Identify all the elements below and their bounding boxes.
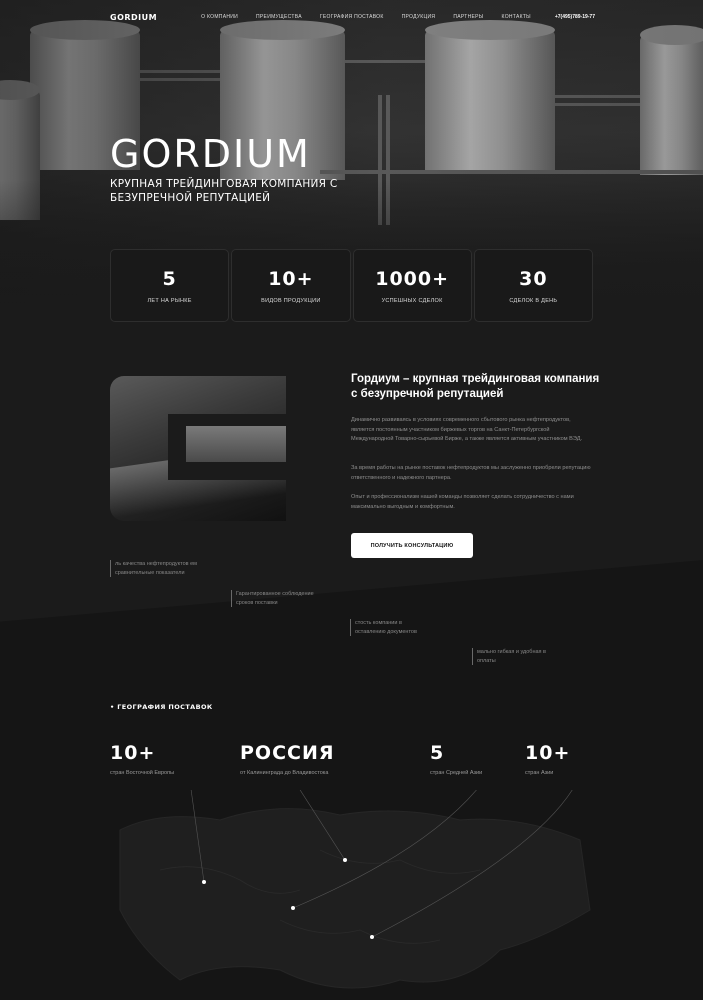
nav-link-geography[interactable]: География поставок <box>320 14 384 20</box>
geo-label: от Калининграда до Владивостока <box>240 770 329 776</box>
stat-value: 1000+ <box>375 268 450 290</box>
about-image-tanker <box>110 376 286 521</box>
nav-links: О компании Преимущества География постав… <box>201 14 531 20</box>
feature-item: мально гибкая и удобная в оплаты <box>472 648 557 665</box>
stat-card: 5 лет на рынке <box>110 249 230 322</box>
geography-heading: • География поставок <box>110 703 213 711</box>
geo-value: Россия <box>240 742 335 764</box>
stat-value: 5 <box>162 268 177 290</box>
geo-label: стран Восточной Европы <box>110 770 175 776</box>
stat-label: успешных сделок <box>381 298 443 304</box>
feature-item: ль качества нефтепродуктов ем сравнитель… <box>110 560 210 577</box>
about-paragraph: Динамично развиваясь в условиях современ… <box>351 417 583 442</box>
geo-value: 5 <box>430 742 445 764</box>
about-paragraph: Опыт и профессионализм нашей команды поз… <box>351 494 574 510</box>
feature-item: стость компании в оставлению документов <box>350 619 430 636</box>
stat-label: видов продукции <box>261 298 321 304</box>
hero-title: GORDIUM <box>110 132 311 176</box>
map-point <box>202 880 206 884</box>
top-navigation: GORDIUM О компании Преимущества Географи… <box>110 10 595 24</box>
nav-link-products[interactable]: Продукция <box>402 14 436 20</box>
stat-value: 30 <box>519 268 548 290</box>
geo-label: стран Азии <box>525 770 554 776</box>
hero-subtitle: Крупная трейдинговая компания с безупреч… <box>110 178 338 204</box>
nav-link-advantages[interactable]: Преимущества <box>256 14 302 20</box>
nav-link-partners[interactable]: Партнеры <box>453 14 483 20</box>
supply-map <box>119 790 591 989</box>
nav-link-about[interactable]: О компании <box>201 14 238 20</box>
stat-card: 1000+ успешных сделок <box>352 249 472 322</box>
stat-value: 10+ <box>268 268 314 290</box>
geo-label: стран Средней Азии <box>430 770 483 776</box>
map-point <box>370 935 374 939</box>
stats-row: 5 лет на рынке 10+ видов продукции 1000+… <box>110 249 593 322</box>
stat-label: сделок в день <box>509 298 558 304</box>
stat-card: 10+ видов продукции <box>231 249 351 322</box>
stat-card: 30 сделок в день <box>473 249 593 322</box>
stat-label: лет на рынке <box>147 298 192 304</box>
geo-value: 10+ <box>110 742 156 764</box>
feature-item: Гарантированное соблюдение сроков постав… <box>231 590 331 607</box>
logo[interactable]: GORDIUM <box>110 13 157 22</box>
about-title: Гордиум – крупная трейдинговая компания … <box>351 373 600 400</box>
phone-link[interactable]: +7(495)789-19-77 <box>555 14 595 20</box>
map-point <box>291 906 295 910</box>
map-point <box>343 858 347 862</box>
nav-link-contacts[interactable]: Контакты <box>502 14 531 20</box>
about-paragraph: За время работы на рынке поставок нефтеп… <box>351 465 591 481</box>
consultation-button[interactable]: Получить консультацию <box>351 533 473 558</box>
geo-value: 10+ <box>525 742 571 764</box>
map-landmass <box>119 808 591 989</box>
